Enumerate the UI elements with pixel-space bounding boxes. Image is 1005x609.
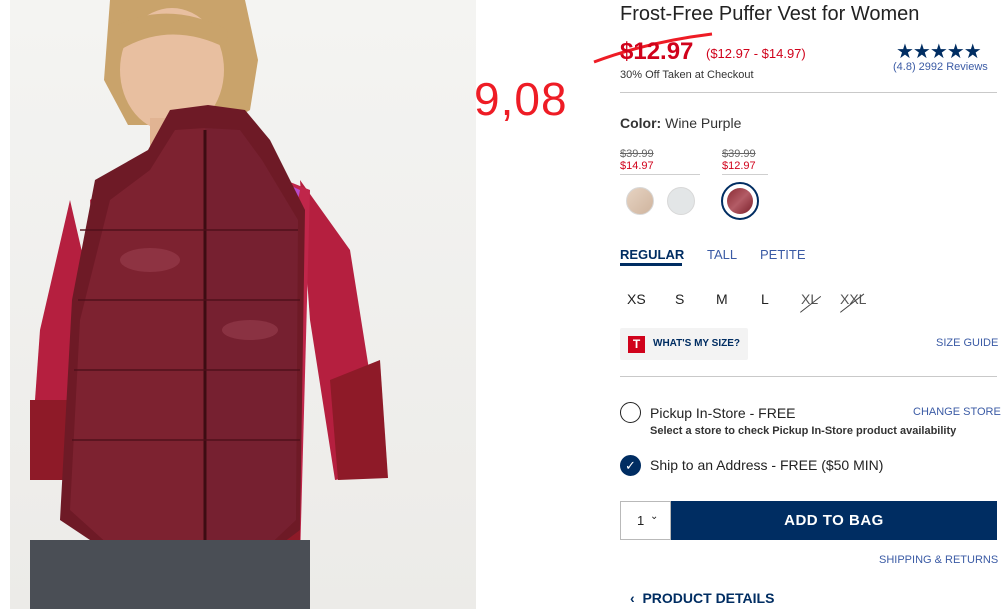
color-swatch-light-gray[interactable] [667,187,695,215]
original-price: $39.99 [620,148,654,160]
product-image [0,0,476,609]
tab-regular[interactable]: REGULAR [620,247,684,262]
color-selection-label: Color: Wine Purple [620,115,741,131]
pickup-availability-note: Select a store to check Pickup In-Store … [650,425,957,437]
shipping-returns-link[interactable]: SHIPPING & RETURNS [879,554,998,566]
swatch-sale-price: $14.97 [620,160,654,172]
chevron-left-icon: ‹ [630,590,635,606]
product-details-label: PRODUCT DETAILS [642,590,775,606]
tab-tall[interactable]: TALL [707,247,737,262]
divider [620,376,997,377]
color-label: Color: [620,115,662,131]
product-title: Frost-Free Puffer Vest for Women [620,3,920,25]
size-option-l[interactable]: L [761,291,769,307]
size-option-s[interactable]: S [675,291,684,307]
original-price: $39.99 [722,148,756,160]
ship-radio[interactable]: ✓ [620,455,641,476]
tab-petite[interactable]: PETITE [760,247,806,262]
add-to-bag-button[interactable]: ADD TO BAG [671,501,997,540]
swatch-price-group: $39.99 $12.97 [722,148,768,175]
price-annotation: 9,08 [474,73,568,125]
whats-my-size-button[interactable]: T WHAT'S MY SIZE? [620,328,748,360]
color-value: Wine Purple [665,115,742,131]
reviews-link[interactable]: (4.8) 2992 Reviews [893,61,988,73]
swatch-sale-price: $12.97 [722,160,756,172]
pickup-radio[interactable] [620,402,641,423]
true-fit-logo-icon: T [628,336,645,353]
size-option-xs[interactable]: XS [627,291,646,307]
quantity-select[interactable]: 1 ⌄ [620,501,671,540]
size-option-m[interactable]: M [716,291,728,307]
price-range: ($12.97 - $14.97) [706,46,806,61]
model-illustration [30,0,388,609]
color-swatch-wine-purple[interactable] [721,182,759,220]
size-guide-link[interactable]: SIZE GUIDE [936,337,998,349]
change-store-link[interactable]: CHANGE STORE [913,406,1001,418]
quantity-value: 1 [637,513,645,528]
check-icon: ✓ [625,458,636,473]
ship-option-label: Ship to an Address - FREE ($50 MIN) [650,457,884,473]
active-tab-underline [620,263,682,266]
pickup-option-label: Pickup In-Store - FREE [650,405,796,421]
color-swatch-beige[interactable] [626,187,654,215]
sale-price: $12.97 [620,38,694,65]
whats-my-size-label: WHAT'S MY SIZE? [653,338,741,349]
chevron-down-icon: ⌄ [650,511,659,522]
product-details-toggle[interactable]: ‹ PRODUCT DETAILS [630,590,774,606]
swatch-price-group: $39.99 $14.97 [620,148,700,175]
promo-text: 30% Off Taken at Checkout [620,69,754,81]
divider [620,92,997,93]
